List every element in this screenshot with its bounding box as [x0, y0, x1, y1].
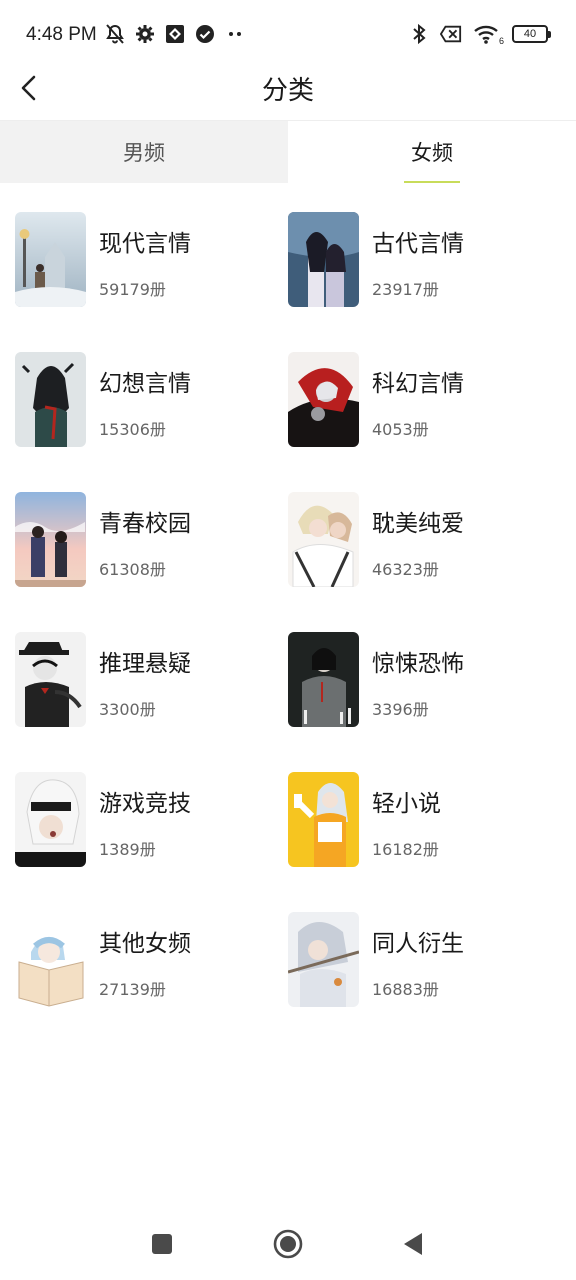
- back-nav-button[interactable]: [393, 1226, 433, 1266]
- category-cover-image: [15, 212, 86, 307]
- category-item[interactable]: 古代言情 23917册: [288, 212, 558, 308]
- status-right-icons: 6 40: [408, 22, 551, 46]
- category-cover-image: [15, 912, 86, 1007]
- category-name: 推理悬疑: [99, 651, 191, 677]
- category-cover-image: [288, 212, 359, 307]
- page-title: 分类: [261, 76, 314, 106]
- category-count: 27139册: [99, 980, 166, 999]
- category-item[interactable]: 同人衍生 16883册: [288, 912, 558, 1008]
- category-name: 幻想言情: [99, 371, 191, 397]
- category-cover-image: [15, 632, 86, 727]
- status-time: 4:48 PM: [26, 24, 97, 45]
- category-cover-image: [288, 912, 359, 1007]
- tab-label: 女频: [411, 141, 453, 165]
- more-dots-icon: [224, 22, 246, 46]
- category-name: 古代言情: [372, 231, 464, 257]
- no-sim-icon: [440, 22, 462, 46]
- category-name: 惊悚恐怖: [372, 651, 464, 677]
- category-item[interactable]: 游戏竞技 1389册: [15, 772, 285, 868]
- category-item[interactable]: 耽美纯爱 46323册: [288, 492, 558, 588]
- category-name: 耽美纯爱: [372, 511, 464, 537]
- category-item[interactable]: 其他女频 27139册: [15, 912, 285, 1008]
- tab-active-indicator: [404, 181, 460, 183]
- category-item[interactable]: 现代言情 59179册: [15, 212, 285, 308]
- wifi-icon: 6: [472, 22, 504, 46]
- category-name: 青春校园: [99, 511, 191, 537]
- category-cover-image: [288, 772, 359, 867]
- tab-bar: 男频 女频: [0, 120, 576, 183]
- category-name: 轻小说: [372, 791, 441, 817]
- category-count: 15306册: [99, 420, 166, 439]
- header: 分类: [0, 60, 576, 120]
- category-cover-image: [15, 352, 86, 447]
- system-nav-bar: [0, 1210, 576, 1280]
- category-cover-image: [15, 772, 86, 867]
- recents-button[interactable]: [142, 1226, 182, 1266]
- category-count: 3396册: [372, 700, 429, 719]
- wifi-badge: 6: [498, 36, 504, 46]
- category-item[interactable]: 科幻言情 4053册: [288, 352, 558, 448]
- category-cover-image: [15, 492, 86, 587]
- tab-label: 男频: [123, 141, 165, 165]
- tab-male[interactable]: 男频: [0, 121, 288, 183]
- app-diamond-icon: [164, 22, 186, 46]
- gear-icon: [134, 22, 156, 46]
- triangle-back-icon: [402, 1232, 424, 1260]
- category-count: 61308册: [99, 560, 166, 579]
- battery-level: 40: [523, 28, 537, 40]
- bell-muted-icon: [104, 22, 126, 46]
- category-name: 同人衍生: [372, 931, 464, 957]
- category-count: 1389册: [99, 840, 156, 859]
- category-item[interactable]: 推理悬疑 3300册: [15, 632, 285, 728]
- home-circle-icon: [273, 1229, 303, 1263]
- home-button[interactable]: [268, 1226, 308, 1266]
- category-cover-image: [288, 632, 359, 727]
- category-count: 23917册: [372, 280, 439, 299]
- category-item[interactable]: 轻小说 16182册: [288, 772, 558, 868]
- category-name: 现代言情: [99, 231, 191, 257]
- category-count: 46323册: [372, 560, 439, 579]
- category-item[interactable]: 幻想言情 15306册: [15, 352, 285, 448]
- tab-female[interactable]: 女频: [288, 121, 576, 183]
- category-count: 59179册: [99, 280, 166, 299]
- battery-icon: 40: [512, 25, 551, 43]
- category-item[interactable]: 惊悚恐怖 3396册: [288, 632, 558, 728]
- square-icon: [151, 1233, 173, 1259]
- category-name: 科幻言情: [372, 371, 464, 397]
- category-count: 16883册: [372, 980, 439, 999]
- check-circle-icon: [194, 22, 216, 46]
- category-name: 游戏竞技: [99, 791, 191, 817]
- bluetooth-icon: [408, 22, 430, 46]
- category-item[interactable]: 青春校园 61308册: [15, 492, 285, 588]
- category-count: 4053册: [372, 420, 429, 439]
- status-left-icons: [104, 22, 246, 46]
- category-count: 16182册: [372, 840, 439, 859]
- category-name: 其他女频: [99, 931, 191, 957]
- category-cover-image: [288, 352, 359, 447]
- category-count: 3300册: [99, 700, 156, 719]
- category-cover-image: [288, 492, 359, 587]
